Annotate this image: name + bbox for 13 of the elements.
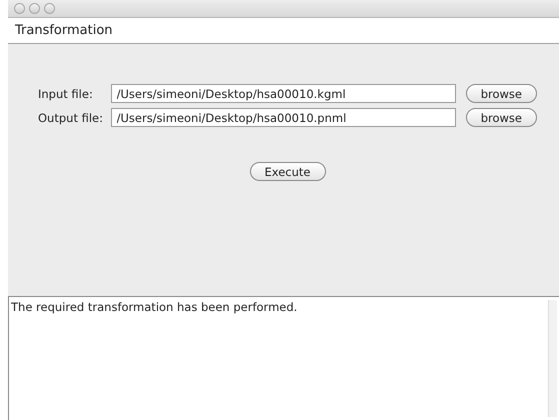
execute-button[interactable]: Execute — [250, 162, 326, 181]
scroll-bar[interactable] — [548, 300, 557, 417]
window-button-icon[interactable] — [29, 3, 40, 14]
menu-title[interactable]: Transformation — [15, 23, 113, 38]
output-message: The required transformation has been performed. — [11, 300, 298, 316]
window-button-icon[interactable] — [14, 3, 25, 14]
file-path-field[interactable]: /Users/simeoni/Desktop/hsa00010.pnml — [110, 108, 456, 127]
field-label: Output file: — [38, 110, 104, 124]
field-label: Input file: — [38, 86, 94, 100]
browse-button[interactable]: browse — [466, 108, 537, 127]
browse-button[interactable]: browse — [466, 84, 537, 103]
window-button-icon[interactable] — [44, 3, 55, 14]
file-path-field[interactable]: /Users/simeoni/Desktop/hsa00010.kgml — [110, 84, 456, 103]
